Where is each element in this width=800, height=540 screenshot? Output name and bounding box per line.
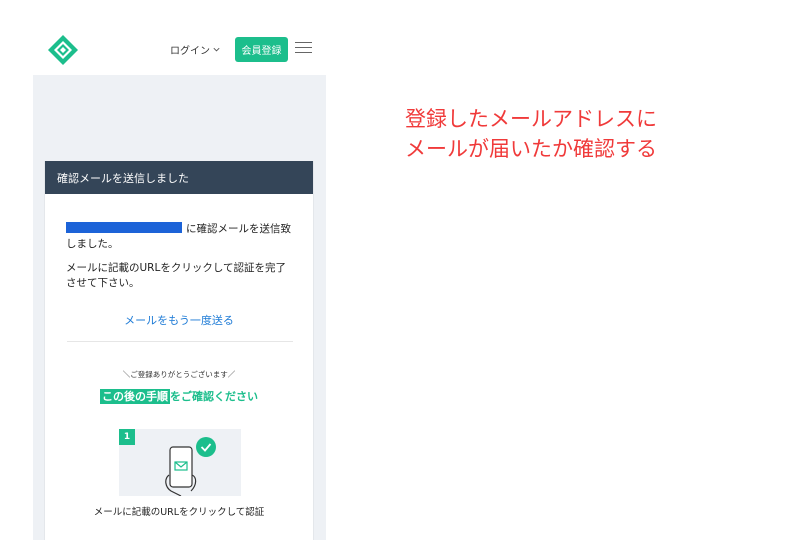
step-1-caption: メールに記載のURLをクリックして認証 — [93, 507, 265, 518]
logo-icon[interactable] — [47, 34, 79, 66]
instruction-text: メールに記載のURLをクリックして認証を完了させて下さい。 — [66, 262, 287, 289]
steps-heading: この後の手順 をご確認ください — [45, 388, 313, 404]
site-header: ログイン 会員登録 — [33, 22, 326, 75]
annotation-line-2: メールが届いたか確認する — [405, 137, 657, 161]
resend-email-link[interactable]: メールをもう一度送る — [45, 312, 313, 328]
annotation-line-1: 登録したメールアドレスに — [405, 107, 657, 131]
redacted-email — [66, 222, 182, 233]
divider — [67, 341, 293, 342]
steps-heading-highlight: この後の手順 — [100, 389, 170, 404]
hamburger-menu-icon[interactable] — [295, 41, 312, 55]
mobile-viewport: ログイン 会員登録 確認メールを送信しました に確認メールを送信致しました。 メ… — [33, 22, 326, 540]
login-label: ログイン — [170, 46, 210, 57]
step-1-illustration: 1 — [119, 429, 241, 496]
phone-mail-check-icon — [165, 437, 216, 496]
signup-button[interactable]: 会員登録 — [235, 37, 288, 62]
chevron-down-icon — [213, 47, 220, 52]
card-title: 確認メールを送信しました — [45, 161, 313, 194]
login-menu[interactable]: ログイン — [170, 42, 221, 57]
steps-heading-rest: をご確認ください — [170, 390, 258, 403]
thanks-text: ＼ご登録ありがとうございます／ — [122, 370, 236, 379]
confirmation-card: 確認メールを送信しました に確認メールを送信致しました。 メールに記載のURLを… — [44, 161, 314, 540]
annotation-note: 登録したメールアドレスに メールが届いたか確認する — [405, 104, 657, 164]
sent-message: に確認メールを送信致しました。 — [66, 222, 296, 252]
step-number-badge: 1 — [119, 429, 135, 445]
